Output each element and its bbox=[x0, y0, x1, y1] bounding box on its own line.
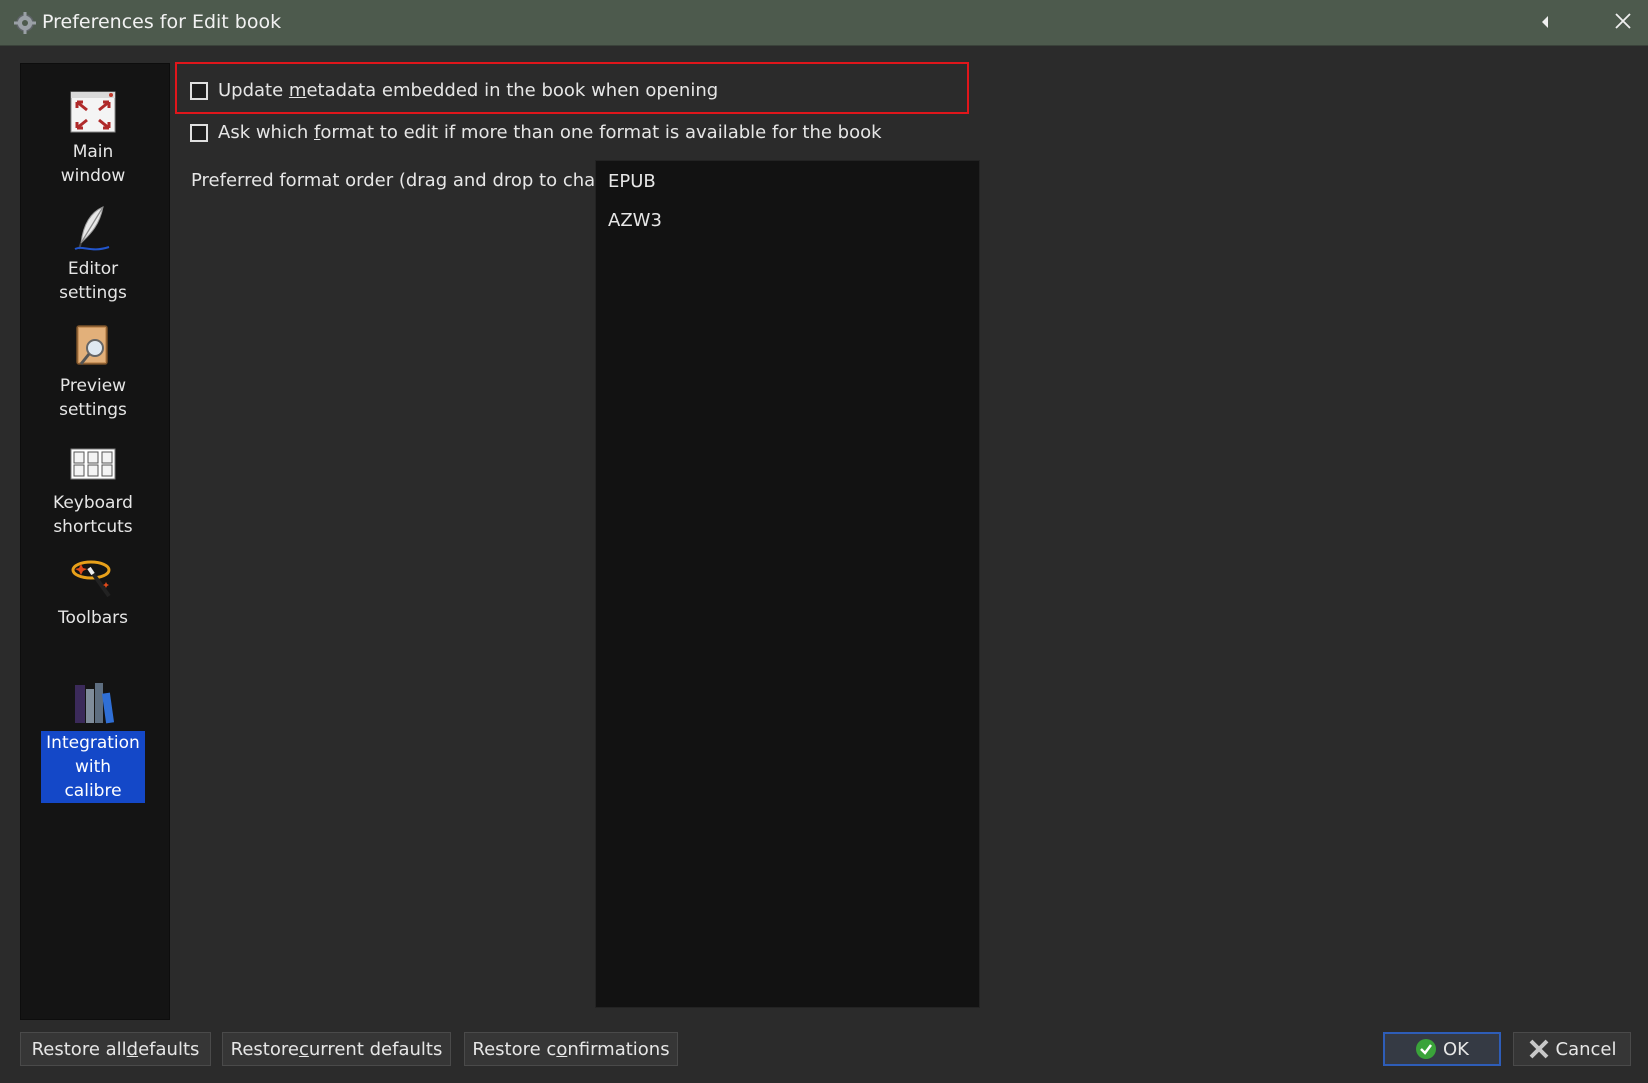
ask-format-option[interactable]: Ask which format to edit if more than on… bbox=[190, 122, 882, 143]
sidebar-item-toolbars[interactable]: Toolbars bbox=[43, 554, 143, 630]
main-window-icon bbox=[69, 88, 117, 136]
format-item-epub[interactable]: EPUB bbox=[608, 171, 656, 192]
ask-format-checkbox[interactable] bbox=[190, 123, 208, 142]
check-icon bbox=[1415, 1038, 1437, 1060]
collapse-button[interactable] bbox=[1530, 8, 1560, 38]
sidebar-item-label: Editor settings bbox=[59, 259, 127, 303]
calibre-books-icon bbox=[69, 679, 117, 727]
cancel-x-icon bbox=[1528, 1038, 1550, 1060]
sidebar-item-preview-settings[interactable]: Preview settings bbox=[43, 322, 143, 422]
ask-format-label: Ask which format to edit if more than on… bbox=[218, 122, 882, 143]
ok-button[interactable]: OK bbox=[1383, 1032, 1501, 1066]
cancel-button[interactable]: Cancel bbox=[1513, 1032, 1631, 1066]
update-metadata-label: Update metadata embedded in the book whe… bbox=[218, 80, 719, 101]
sidebar-item-label: Keyboard shortcuts bbox=[53, 493, 133, 537]
sidebar-item-label: Toolbars bbox=[57, 608, 129, 628]
sidebar-item-label: Main window bbox=[60, 142, 126, 186]
sidebar-item-label: Preview settings bbox=[59, 376, 127, 420]
preferences-window: Preferences for Edit book Main window Ed… bbox=[0, 0, 1648, 1083]
keyboard-icon bbox=[69, 439, 117, 487]
caret-left-icon bbox=[1540, 14, 1550, 33]
feather-quill-icon bbox=[69, 205, 117, 253]
format-item-azw3[interactable]: AZW3 bbox=[608, 210, 662, 231]
sidebar-item-label: Integration with calibre bbox=[41, 731, 145, 803]
close-icon bbox=[1614, 12, 1632, 34]
ok-label: OK bbox=[1443, 1038, 1469, 1060]
magic-wand-icon bbox=[69, 554, 117, 602]
sidebar-item-editor-settings[interactable]: Editor settings bbox=[43, 205, 143, 305]
sidebar-item-integration-calibre[interactable]: Integration with calibre bbox=[41, 679, 145, 803]
preview-book-magnifier-icon bbox=[69, 322, 117, 370]
update-metadata-option[interactable]: Update metadata embedded in the book whe… bbox=[190, 80, 718, 101]
sidebar-item-keyboard-shortcuts[interactable]: Keyboard shortcuts bbox=[43, 439, 143, 539]
restore-confirmations-button[interactable]: Restore c o nfirmations bbox=[464, 1032, 678, 1066]
close-button[interactable] bbox=[1608, 8, 1638, 38]
cancel-label: Cancel bbox=[1555, 1038, 1617, 1060]
restore-all-defaults-button[interactable]: Restore all d efaults bbox=[20, 1032, 211, 1066]
format-order-list[interactable]: EPUB AZW3 bbox=[595, 160, 980, 1008]
format-order-label: Preferred format order (drag and drop to… bbox=[191, 170, 637, 191]
window-title: Preferences for Edit book bbox=[42, 11, 282, 33]
settings-sidebar: Main window Editor settings Preview sett… bbox=[20, 63, 170, 1020]
sidebar-item-main-window[interactable]: Main window bbox=[43, 88, 143, 188]
restore-current-defaults-button[interactable]: Restore c urrent defaults bbox=[222, 1032, 451, 1066]
calibre-gear-icon bbox=[14, 10, 36, 34]
update-metadata-checkbox[interactable] bbox=[190, 81, 208, 100]
title-bar: Preferences for Edit book bbox=[0, 0, 1648, 46]
